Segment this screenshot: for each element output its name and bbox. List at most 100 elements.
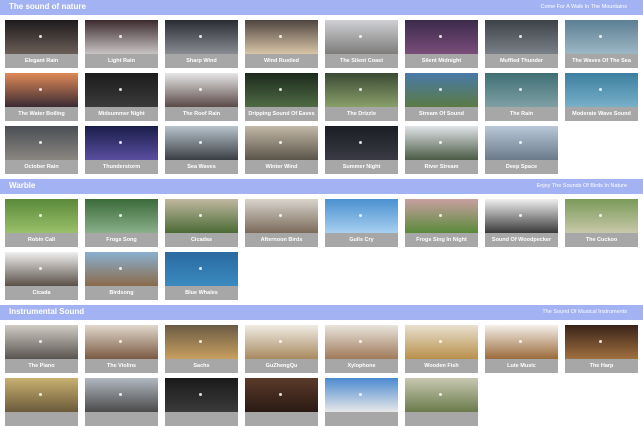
sound-tile[interactable]: Sea Waves: [165, 126, 238, 174]
section-header: Instrumental Sound The Sound Of Musical I…: [0, 305, 643, 320]
sound-tile[interactable]: Summer Night: [325, 126, 398, 174]
sound-tile[interactable]: Elegant Rain: [5, 20, 78, 68]
play-indicator-icon: [119, 340, 122, 343]
sound-label: The Rain: [485, 107, 558, 121]
sound-tile[interactable]: Deep Space: [485, 126, 558, 174]
sound-tile[interactable]: Xylophone: [325, 325, 398, 373]
play-indicator-icon: [599, 214, 602, 217]
sound-label: Sound Of Woodpecker: [485, 233, 558, 247]
play-indicator-icon: [279, 141, 282, 144]
sound-tile[interactable]: GuZhengQu: [245, 325, 318, 373]
sound-tile[interactable]: Thunderstorm: [85, 126, 158, 174]
play-indicator-icon: [439, 214, 442, 217]
play-indicator-icon: [519, 88, 522, 91]
play-indicator-icon: [199, 393, 202, 396]
sound-label: [245, 412, 318, 426]
play-indicator-icon: [519, 35, 522, 38]
sound-tile[interactable]: October Rain: [5, 126, 78, 174]
play-indicator-icon: [119, 35, 122, 38]
sound-tile[interactable]: Robin Call: [5, 199, 78, 247]
play-indicator-icon: [359, 141, 362, 144]
play-indicator-icon: [199, 214, 202, 217]
play-indicator-icon: [279, 214, 282, 217]
play-indicator-icon: [279, 88, 282, 91]
sound-tile[interactable]: Lute Music: [485, 325, 558, 373]
sound-tile[interactable]: Sharp Wind: [165, 20, 238, 68]
sound-label: Robin Call: [5, 233, 78, 247]
sound-label: Elegant Rain: [5, 54, 78, 68]
sound-label: Midsummer Night: [85, 107, 158, 121]
sound-label: Cicada: [5, 286, 78, 300]
sound-tile[interactable]: Sachs: [165, 325, 238, 373]
sound-label: Light Rain: [85, 54, 158, 68]
sound-label: Frogs Song: [85, 233, 158, 247]
sound-tile[interactable]: [5, 378, 78, 426]
sound-tile[interactable]: Gulls Cry: [325, 199, 398, 247]
sound-tile[interactable]: [165, 378, 238, 426]
sound-tile[interactable]: Cicadas: [165, 199, 238, 247]
play-indicator-icon: [359, 340, 362, 343]
sound-tile[interactable]: The Silent Coast: [325, 20, 398, 68]
sound-tile[interactable]: The Waves Of The Sea: [565, 20, 638, 68]
sound-label: [165, 412, 238, 426]
sound-label: GuZhengQu: [245, 359, 318, 373]
sound-tile[interactable]: [85, 378, 158, 426]
sound-label: Thunderstorm: [85, 160, 158, 174]
play-indicator-icon: [599, 88, 602, 91]
sound-tile[interactable]: The Harp: [565, 325, 638, 373]
sound-tile[interactable]: Cicada: [5, 252, 78, 300]
sound-tile[interactable]: The Cuckoo: [565, 199, 638, 247]
sound-tile[interactable]: Frogs Song: [85, 199, 158, 247]
play-indicator-icon: [439, 393, 442, 396]
sound-tile[interactable]: Midsummer Night: [85, 73, 158, 121]
sound-tile[interactable]: River Stream: [405, 126, 478, 174]
sound-tile[interactable]: Stream Of Sound: [405, 73, 478, 121]
play-indicator-icon: [199, 88, 202, 91]
sound-tile[interactable]: The Violins: [85, 325, 158, 373]
sound-tile[interactable]: The Roof Rain: [165, 73, 238, 121]
sound-label: River Stream: [405, 160, 478, 174]
section-title: The sound of nature: [9, 2, 86, 11]
sound-tile[interactable]: Sound Of Woodpecker: [485, 199, 558, 247]
play-indicator-icon: [359, 35, 362, 38]
sound-tile[interactable]: Blue Whales: [165, 252, 238, 300]
section-subtitle-link[interactable]: Come For A Walk In The Mountains: [540, 4, 627, 10]
play-indicator-icon: [119, 88, 122, 91]
sound-label: Stream Of Sound: [405, 107, 478, 121]
sound-tile[interactable]: The Rain: [485, 73, 558, 121]
sound-tile[interactable]: Birdsong: [85, 252, 158, 300]
sound-tile[interactable]: [405, 378, 478, 426]
play-indicator-icon: [199, 340, 202, 343]
sound-label: Muffled Thunder: [485, 54, 558, 68]
sound-tile[interactable]: [245, 378, 318, 426]
sound-tile[interactable]: Frogs Sing In Night: [405, 199, 478, 247]
play-indicator-icon: [199, 141, 202, 144]
section-subtitle-link[interactable]: The Sound Of Musical Instruments: [542, 309, 627, 315]
play-indicator-icon: [359, 393, 362, 396]
sound-tile[interactable]: The Drizzle: [325, 73, 398, 121]
section-subtitle-link[interactable]: Enjoy The Sounds Of Birds In Nature: [537, 183, 627, 189]
sound-label: [85, 412, 158, 426]
section-title: Warble: [9, 181, 36, 190]
sound-tile[interactable]: Wind Rustled: [245, 20, 318, 68]
sound-tile[interactable]: Dripping Sound Of Eaves: [245, 73, 318, 121]
sound-tile[interactable]: The Piano: [5, 325, 78, 373]
sound-tile[interactable]: The Water Boiling: [5, 73, 78, 121]
section-header: The sound of nature Come For A Walk In Th…: [0, 0, 643, 15]
sound-tile[interactable]: Muffled Thunder: [485, 20, 558, 68]
sound-tile[interactable]: Silent Midnight: [405, 20, 478, 68]
play-indicator-icon: [119, 214, 122, 217]
play-indicator-icon: [119, 141, 122, 144]
sound-tile[interactable]: Winter Wind: [245, 126, 318, 174]
sound-label: Deep Space: [485, 160, 558, 174]
sound-label: Sachs: [165, 359, 238, 373]
play-indicator-icon: [39, 88, 42, 91]
sound-tile[interactable]: Wooden Fish: [405, 325, 478, 373]
sound-tile[interactable]: Afternoon Birds: [245, 199, 318, 247]
sound-tile[interactable]: [325, 378, 398, 426]
sound-tile[interactable]: Moderate Wave Sound: [565, 73, 638, 121]
sound-tile[interactable]: Light Rain: [85, 20, 158, 68]
sound-label: The Roof Rain: [165, 107, 238, 121]
play-indicator-icon: [39, 393, 42, 396]
section-header: Warble Enjoy The Sounds Of Birds In Natur…: [0, 179, 643, 194]
